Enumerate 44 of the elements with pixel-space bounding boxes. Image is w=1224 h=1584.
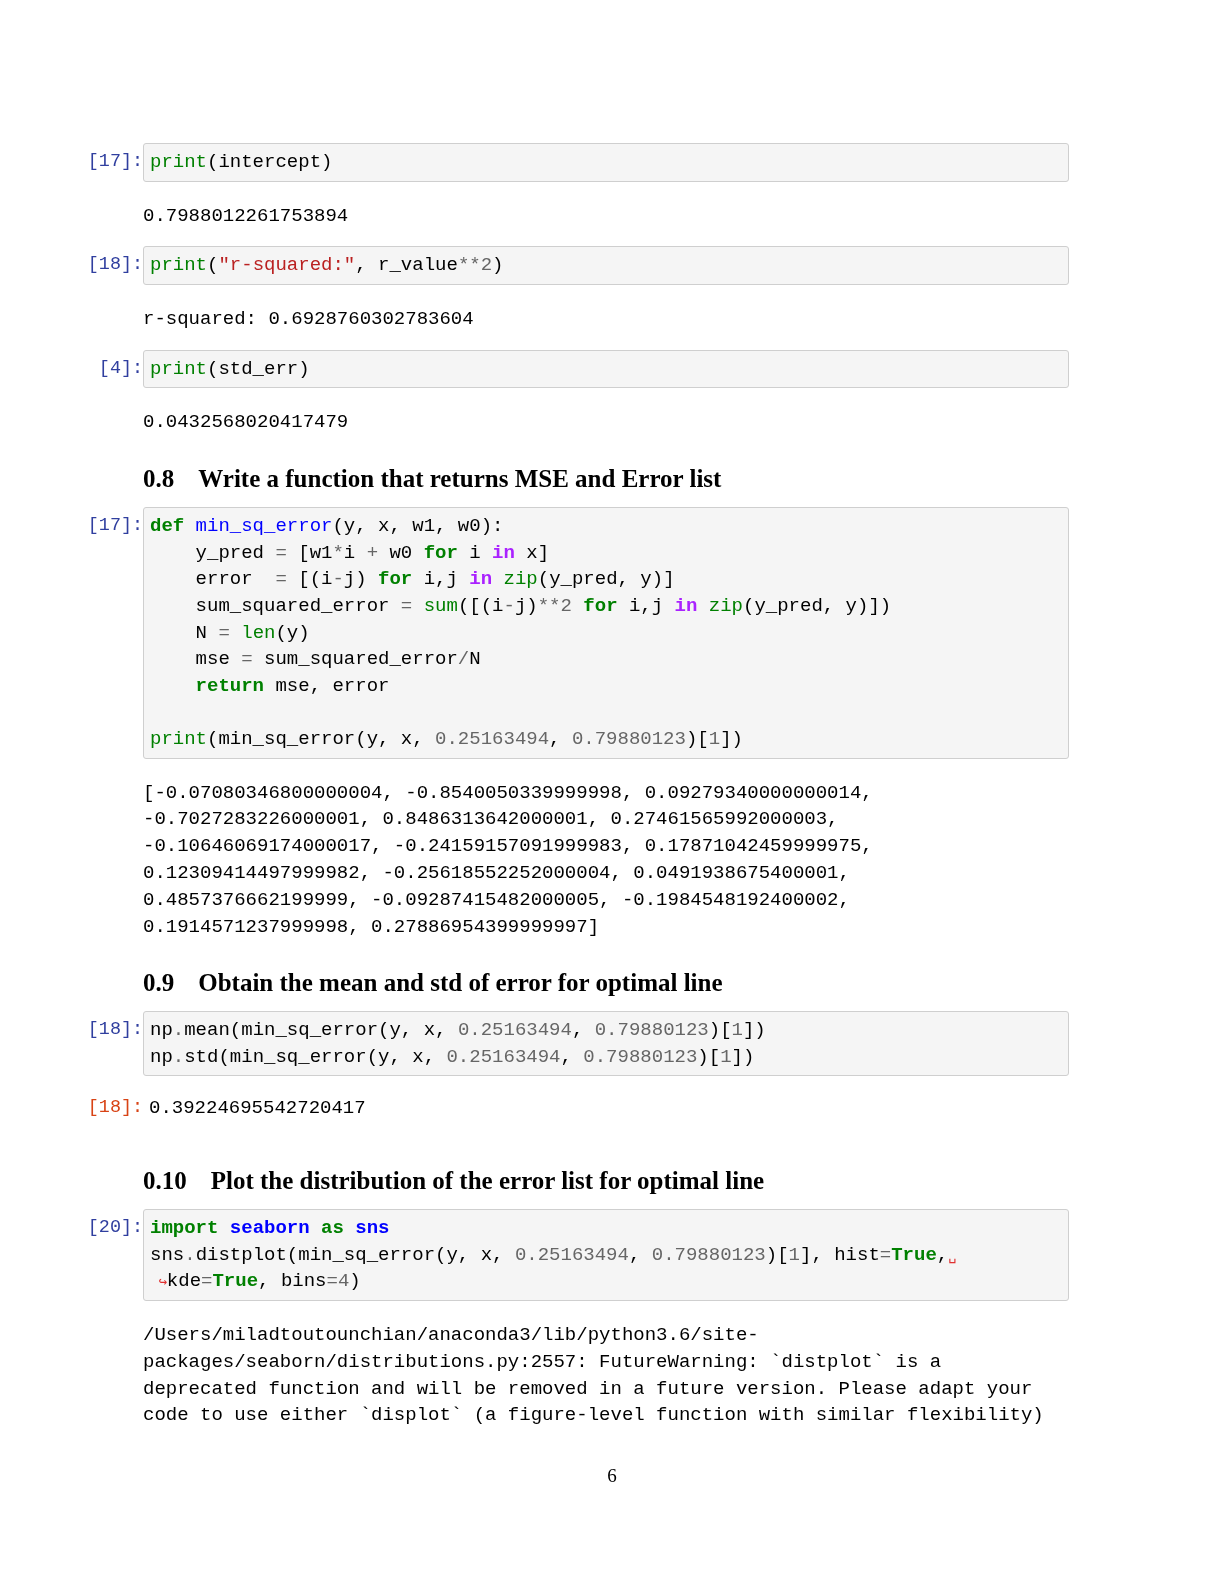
- code-line: print(std_err): [150, 356, 311, 382]
- input-prompt: [4]:: [97, 356, 143, 381]
- result-value: 0.39224695542720417: [149, 1096, 366, 1122]
- output-line: packages/seaborn/distributions.py:2557: FutureWarning: `distplot` is a: [143, 1349, 943, 1375]
- code-line: sum_squared_error = sum([(i-j)**2 for i,j in zip(y_pred, y)]): [194, 593, 893, 619]
- code-line: print(min_sq_error(y, x, 0.25163494, 0.79880123)[1]): [150, 726, 744, 752]
- code-line: mse = sum_squared_error/N: [194, 647, 482, 673]
- section-number: 0.10: [143, 1166, 187, 1197]
- output-line: code to use either `displot` (a figure-level function with similar flexibility): [143, 1403, 1044, 1429]
- input-prompt: [18]:: [86, 253, 143, 278]
- section-heading: Write a function that returns MSE and Error list: [198, 464, 722, 495]
- code-line: print(intercept): [150, 150, 334, 175]
- input-prompt: [17]:: [86, 150, 143, 174]
- code-line: N = len(y): [194, 620, 311, 646]
- code-line: error = [(i-j) for i,j in zip(y_pred, y)]: [194, 567, 676, 593]
- code-line: import seaborn as sns: [150, 1216, 391, 1242]
- code-line: np.std(min_sq_error(y, x, 0.25163494, 0.79880123)[1]): [150, 1044, 756, 1070]
- input-prompt: [20]:: [86, 1216, 143, 1241]
- code-line: ↪kde=True, bins=4): [157, 1269, 362, 1295]
- output-line: 0.1914571237999998, 0.27886954399999997]: [143, 914, 601, 940]
- output-line: -0.10646069174000017, -0.24159157091999983, 0.17871042459999975,: [143, 834, 873, 860]
- code-line: np.mean(min_sq_error(y, x, 0.25163494, 0.79880123)[1]): [150, 1018, 767, 1044]
- code-line: print("r-squared:", r_value**2): [150, 253, 505, 279]
- input-prompt: [18]:: [86, 1018, 143, 1043]
- code-line: return mse, error: [194, 673, 391, 699]
- code-line: sns.distplot(min_sq_error(y, x, 0.25163494, 0.79880123)[1], hist=True,␣: [150, 1242, 958, 1268]
- input-prompt: [17]:: [86, 514, 143, 539]
- output-line: 0.7988012261753894: [143, 203, 349, 229]
- output-line: 0.12309414497999982, -0.25618552252000004, 0.0491938675400001,: [143, 860, 851, 886]
- output-line: 0.4857376662199999, -0.09287415482000005, -0.1984548192400002,: [143, 887, 851, 913]
- section-heading: Plot the distribution of the error list for optimal line: [210, 1166, 765, 1197]
- section-number: 0.9: [143, 968, 175, 999]
- output-line: [-0.07080346800000004, -0.8540050339999998, 0.09279340000000014,: [143, 780, 873, 806]
- output-prompt: [18]:: [86, 1096, 143, 1121]
- code-line: y_pred = [w1*i + w0 for i in x]: [194, 540, 551, 566]
- output-line: deprecated function and will be removed in a future version. Please adapt your: [143, 1376, 1034, 1402]
- output-line: /Users/miladtoutounchian/anaconda3/lib/python3.6/site-: [143, 1323, 760, 1349]
- section-heading: Obtain the mean and std of error for optimal line: [198, 968, 723, 999]
- output-line: -0.7027283226000001, 0.8486313642000001, 0.27461565992000003,: [143, 807, 840, 833]
- section-number: 0.8: [143, 464, 175, 495]
- output-line: r-squared: 0.6928760302783604: [143, 307, 474, 332]
- output-line: 0.0432568020417479: [143, 410, 349, 436]
- page-number: 6: [606, 1465, 618, 1487]
- code-line: def min_sq_error(y, x, w1, w0):: [150, 514, 505, 540]
